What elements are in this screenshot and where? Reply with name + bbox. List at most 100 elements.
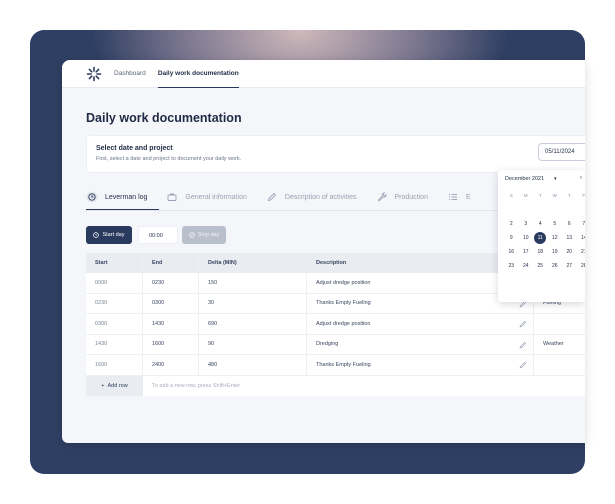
tab-leverman-log[interactable]: Leverman log (86, 184, 160, 210)
calendar-weekday: W (552, 193, 557, 198)
table-cell[interactable]: 690 (199, 314, 307, 334)
calendar-week: 232425262728 (504, 260, 585, 272)
date-input[interactable]: 05/11/2024 (538, 143, 585, 161)
edit-pencil-icon[interactable] (519, 320, 527, 328)
table-cell[interactable]: 0300 (143, 293, 199, 313)
cell-text: Thanks Empty Fueling (316, 361, 371, 368)
nav-dashboard[interactable]: Dashboard (114, 60, 146, 88)
tab-general-information[interactable]: General information (166, 184, 247, 210)
page-title: Daily work documentation (86, 111, 242, 125)
tab-label: General information (185, 193, 247, 201)
cell-text: Adjust dredge position (316, 320, 371, 327)
table-cell[interactable]: 150 (199, 273, 307, 293)
cell-text: 90 (208, 341, 215, 348)
table-cell[interactable]: 1430 (86, 334, 143, 354)
calendar-day[interactable]: 18 (533, 246, 548, 258)
edit-pencil-icon[interactable] (519, 361, 527, 369)
calendar-day[interactable]: 12 (548, 232, 563, 244)
cell-text: 0000 (95, 279, 108, 286)
calendar-weekdays: SMTWTFS (504, 193, 585, 198)
calendar-day[interactable]: 16 (504, 246, 519, 258)
chevron-left-icon[interactable]: ‹ (580, 175, 582, 181)
table-row[interactable]: 1430 1600 90 Dredging Weather (86, 334, 585, 355)
add-row-button[interactable]: + Add row (86, 375, 143, 396)
calendar-day (577, 274, 586, 286)
table-row[interactable]: 0300 1430 690 Adjust dredge position (86, 314, 585, 335)
calendar-day (548, 274, 563, 286)
edit-pencil-icon[interactable] (519, 341, 527, 349)
clock-icon (93, 232, 100, 238)
calendar-day[interactable]: 6 (562, 218, 577, 230)
nav-daily-work-documentation[interactable]: Daily work documentation (157, 60, 239, 88)
table-cell[interactable]: 480 (199, 355, 307, 375)
calendar-day[interactable]: 11 (534, 232, 547, 244)
calendar-day[interactable]: 4 (533, 218, 548, 230)
calendar-week: 234567 (504, 218, 585, 230)
table-cell[interactable]: Adjust dredge position (307, 314, 534, 334)
tab-label: Leverman log (105, 193, 148, 201)
calendar-day (519, 204, 534, 216)
table-cell[interactable]: 1600 (143, 334, 199, 354)
calendar-day[interactable]: 5 (548, 218, 563, 230)
calendar-day[interactable]: 20 (562, 246, 577, 258)
time-input[interactable]: 00:00 (138, 226, 178, 244)
table-cell[interactable]: Dredging (307, 334, 534, 354)
calendar-day[interactable]: 13 (562, 232, 577, 244)
cell-text: 0300 (95, 320, 108, 327)
calendar-day[interactable]: 9 (504, 232, 519, 244)
table-cell[interactable]: 0230 (86, 293, 143, 313)
chevron-down-icon[interactable]: ▾ (554, 176, 557, 182)
cell-text: Thanks Empty Fueling (316, 300, 371, 307)
start-day-label: Start day (102, 232, 125, 238)
cell-text: Dredging (316, 341, 339, 348)
briefcase-icon (167, 193, 177, 201)
table-cell[interactable]: Thanks Empty Fueling (307, 355, 534, 375)
calendar-day[interactable]: 14 (577, 232, 585, 244)
card-title: Select date and project (96, 145, 173, 152)
tab-description-of-activities[interactable]: Description of activities (266, 184, 357, 210)
calendar-day (577, 204, 586, 216)
tab-production[interactable]: Production (376, 184, 428, 210)
calendar-day[interactable]: 7 (577, 218, 585, 230)
date-picker-popup: December 2021 ▾ ‹ SMTWTFS 23456791011121… (498, 170, 585, 302)
calendar-day[interactable]: 2 (504, 218, 519, 230)
calendar-week: 91011121314 (504, 232, 585, 244)
table-cell[interactable]: 0230 (143, 273, 199, 293)
table-cell[interactable]: 30 (199, 293, 307, 313)
calendar-day[interactable]: 3 (519, 218, 534, 230)
calendar-day[interactable]: 28 (577, 260, 585, 272)
table-row[interactable]: 1600 2400 480 Thanks Empty Fueling (86, 355, 585, 376)
calendar-day[interactable]: 21 (577, 246, 585, 258)
calendar-day[interactable]: 10 (519, 232, 534, 244)
table-cell[interactable] (534, 355, 585, 375)
table-cell[interactable]: Weather (534, 335, 585, 355)
table-cell[interactable]: 0300 (86, 314, 143, 334)
tab-e[interactable]: E (447, 184, 471, 210)
table-cell[interactable]: 90 (199, 334, 307, 354)
cell-text: 480 (208, 361, 218, 368)
calendar-day[interactable]: 27 (562, 260, 577, 272)
table-cell[interactable]: 2400 (143, 355, 199, 375)
section-tabs: Leverman log General information Descrip… (86, 184, 490, 210)
calendar-day (562, 274, 577, 286)
calendar-day[interactable]: 17 (519, 246, 534, 258)
cell-text: 30 (208, 300, 215, 307)
plus-icon: + (101, 382, 105, 389)
table-cell[interactable] (534, 314, 585, 334)
select-date-project-card: Select date and project First, select a … (86, 135, 585, 173)
table-cell[interactable]: 1430 (143, 314, 199, 334)
table-cell[interactable]: 0000 (86, 273, 143, 293)
cell-text: 1430 (95, 341, 108, 348)
calendar-day[interactable]: 19 (548, 246, 563, 258)
calendar-week (504, 274, 585, 286)
table-cell[interactable]: 1600 (86, 355, 143, 375)
stop-day-button[interactable]: Stop day (182, 226, 226, 244)
start-day-button[interactable]: Start day (86, 226, 132, 244)
top-navigation-bar: Dashboard Daily work documentation (62, 60, 585, 88)
calendar-day[interactable]: 26 (548, 260, 563, 272)
calendar-day[interactable]: 24 (519, 260, 534, 272)
calendar-month-year[interactable]: December 2021 (505, 176, 544, 182)
calendar-day[interactable]: 25 (533, 260, 548, 272)
calendar-year: 2021 (531, 176, 545, 182)
calendar-day[interactable]: 23 (504, 260, 519, 272)
